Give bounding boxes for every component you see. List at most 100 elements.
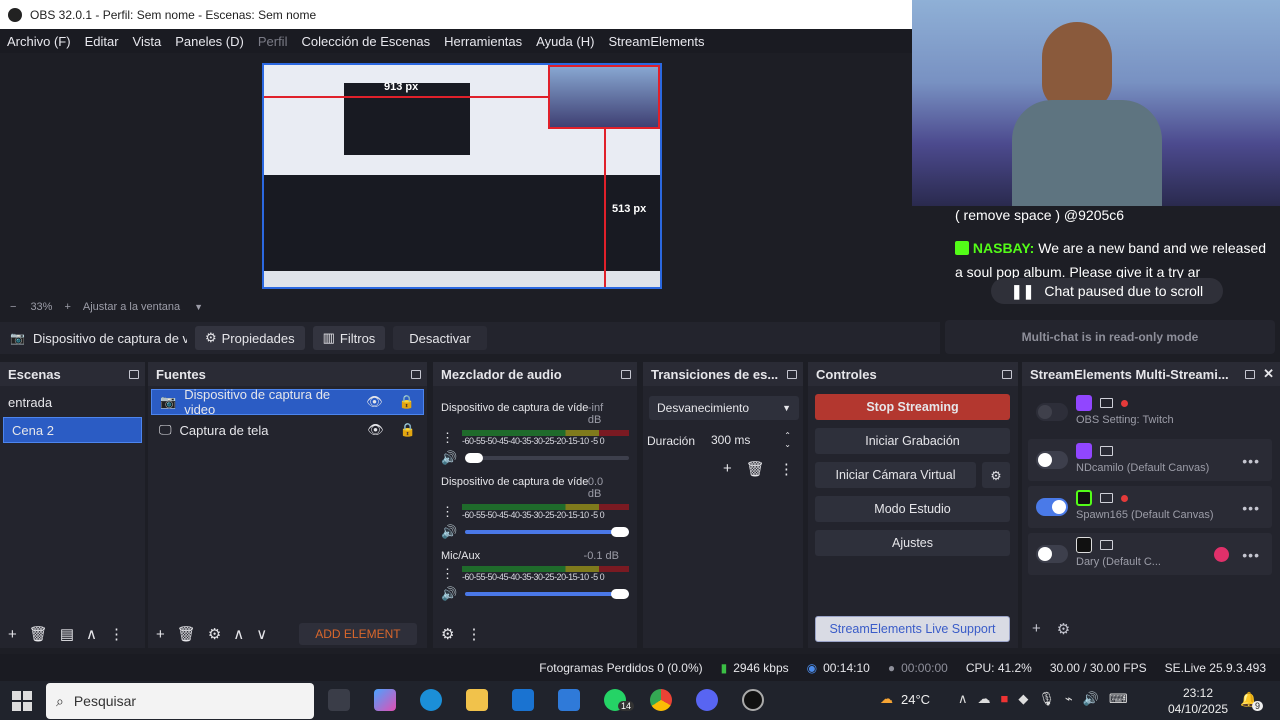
speaker-icon[interactable]: 🔊 — [441, 450, 457, 466]
menu-view[interactable]: Vista — [126, 34, 169, 49]
add-target-icon[interactable]: + — [1032, 620, 1041, 638]
scene-filter-icon[interactable]: ▤ — [60, 625, 74, 643]
obs-taskbar-icon[interactable] — [742, 689, 764, 711]
volume-slider[interactable] — [465, 589, 629, 599]
studio-mode-button[interactable]: Modo Estudio — [815, 496, 1010, 522]
windows-start-icon[interactable] — [12, 691, 32, 711]
more-icon[interactable]: ••• — [1242, 453, 1260, 469]
preview-canvas[interactable]: 913 px 513 px — [262, 63, 662, 289]
edge-icon[interactable] — [420, 689, 442, 711]
channel-menu-icon[interactable]: ⋮ — [441, 504, 454, 520]
stream-toggle[interactable] — [1036, 451, 1068, 469]
speaker-icon[interactable]: 🔊 — [441, 524, 457, 540]
preview-selection-box[interactable] — [548, 65, 660, 129]
store-icon[interactable] — [558, 689, 580, 711]
add-element-button[interactable]: ADD ELEMENT — [299, 623, 417, 645]
usb-icon[interactable]: ⌁ — [1065, 691, 1073, 707]
stream-toggle[interactable] — [1036, 545, 1068, 563]
discord-icon[interactable] — [696, 689, 718, 711]
add-source-icon[interactable]: + — [156, 626, 165, 643]
zoom-out-button[interactable]: − — [10, 301, 16, 313]
multistream-settings-icon[interactable]: ⚙ — [1057, 620, 1070, 638]
remove-transition-icon[interactable]: 🗑 — [746, 460, 765, 478]
menu-help[interactable]: Ayuda (H) — [529, 34, 601, 49]
stream-toggle[interactable] — [1036, 498, 1068, 516]
undock-icon[interactable] — [129, 369, 139, 379]
chrome-icon[interactable] — [650, 689, 672, 711]
undock-icon[interactable] — [787, 369, 797, 379]
speaker-icon[interactable]: 🔊 — [1083, 691, 1099, 707]
close-icon[interactable]: ✕ — [1263, 366, 1274, 382]
cloud-icon[interactable]: ☁ — [978, 691, 991, 707]
lock-icon[interactable]: 🔒 — [400, 422, 416, 438]
move-up-icon[interactable]: ∧ — [233, 625, 244, 643]
scene-item-selected[interactable]: Cena 2 — [3, 417, 142, 443]
move-up-icon[interactable]: ∧ — [86, 625, 97, 643]
menu-file[interactable]: Archivo (F) — [0, 34, 78, 49]
menu-tools[interactable]: Herramientas — [437, 34, 529, 49]
clock[interactable]: 23:12 04/10/2025 — [1168, 685, 1228, 717]
more-icon[interactable]: ••• — [1242, 547, 1260, 563]
channel-menu-icon[interactable]: ⋮ — [441, 566, 454, 582]
lock-icon[interactable]: 🔒 — [399, 394, 415, 410]
start-recording-button[interactable]: Iniciar Grabación — [815, 428, 1010, 454]
menu-edit[interactable]: Editar — [78, 34, 126, 49]
zoom-in-button[interactable]: + — [64, 301, 70, 313]
move-down-icon[interactable]: ∨ — [256, 625, 267, 643]
eye-icon[interactable]: 👁 — [367, 422, 384, 438]
channel-menu-icon[interactable]: ⋮ — [441, 430, 454, 446]
outlook-icon[interactable] — [512, 689, 534, 711]
duration-input[interactable]: 300 ms ⌃ ⌄ — [705, 428, 797, 452]
filters-button[interactable]: ▥ Filtros — [312, 326, 386, 350]
mixer-settings-icon[interactable]: ⚙ — [441, 625, 454, 643]
settings-button[interactable]: Ajustes — [815, 530, 1010, 556]
source-settings-icon[interactable]: ⚙ — [208, 625, 221, 643]
volume-slider[interactable] — [465, 527, 629, 537]
properties-button[interactable]: ⚙ Propiedades — [194, 326, 305, 350]
file-explorer-icon[interactable] — [466, 689, 488, 711]
undock-icon[interactable] — [1002, 369, 1012, 379]
source-item[interactable]: 🖵 Captura de tela 👁 🔒 — [151, 417, 424, 443]
stepper-icon[interactable]: ⌃ ⌄ — [784, 431, 791, 449]
keyboard-icon[interactable]: ⌨ — [1109, 691, 1128, 707]
zoom-dropdown-icon[interactable]: ▼ — [194, 302, 203, 312]
undock-icon[interactable] — [621, 369, 631, 379]
chevron-up-icon[interactable]: ∧ — [958, 691, 968, 707]
undock-icon[interactable] — [1245, 369, 1256, 379]
deactivate-button[interactable]: Desactivar — [393, 326, 487, 350]
more-icon[interactable]: ⋮ — [779, 460, 794, 478]
add-transition-icon[interactable]: + — [723, 460, 732, 478]
mic-icon[interactable]: 🎙 — [1038, 691, 1055, 707]
transition-select[interactable]: Desvanecimiento ▼ — [649, 396, 799, 420]
live-support-button[interactable]: StreamElements Live Support — [815, 616, 1010, 642]
readonly-banner: Multi-chat is in read-only mode — [945, 320, 1275, 354]
chat-paused-pill[interactable]: ❚❚ Chat paused due to scroll — [991, 278, 1223, 304]
menu-docks[interactable]: Paneles (D) — [168, 34, 251, 49]
taskbar-search[interactable]: ⌕ Pesquisar — [46, 683, 314, 719]
remove-scene-icon[interactable]: 🗑 — [29, 625, 48, 643]
copilot-icon[interactable] — [374, 689, 396, 711]
eye-icon[interactable]: 👁 — [366, 394, 383, 410]
virtual-camera-settings-icon[interactable]: ⚙ — [982, 462, 1010, 488]
scene-item[interactable]: entrada — [0, 389, 145, 415]
zoom-fit-label[interactable]: Ajustar a la ventana — [83, 301, 180, 313]
virtual-camera-button[interactable]: Iniciar Cámara Virtual — [815, 462, 976, 488]
add-scene-icon[interactable]: + — [8, 626, 17, 643]
app-tray-icon[interactable]: ■ — [1001, 691, 1009, 707]
menu-profile[interactable]: Perfil — [251, 34, 295, 49]
more-icon[interactable]: ⋮ — [466, 625, 481, 643]
stop-streaming-button[interactable]: Stop Streaming — [815, 394, 1010, 420]
speaker-icon[interactable]: 🔊 — [441, 586, 457, 602]
stream-toggle[interactable] — [1036, 403, 1068, 421]
volume-slider[interactable] — [465, 453, 629, 463]
more-icon[interactable]: ⋮ — [109, 625, 124, 643]
remove-source-icon[interactable]: 🗑 — [177, 625, 196, 643]
undock-icon[interactable] — [411, 369, 421, 379]
more-icon[interactable]: ••• — [1242, 500, 1260, 516]
menu-scene-collection[interactable]: Colección de Escenas — [294, 34, 437, 49]
shield-icon[interactable]: ◆ — [1018, 691, 1028, 707]
menu-streamelements[interactable]: StreamElements — [601, 34, 711, 49]
task-view-icon[interactable] — [328, 689, 350, 711]
weather-widget[interactable]: ☁ 24°C — [880, 691, 930, 707]
source-item-selected[interactable]: 📷 Dispositivo de captura de video 👁 🔒 — [151, 387, 424, 417]
